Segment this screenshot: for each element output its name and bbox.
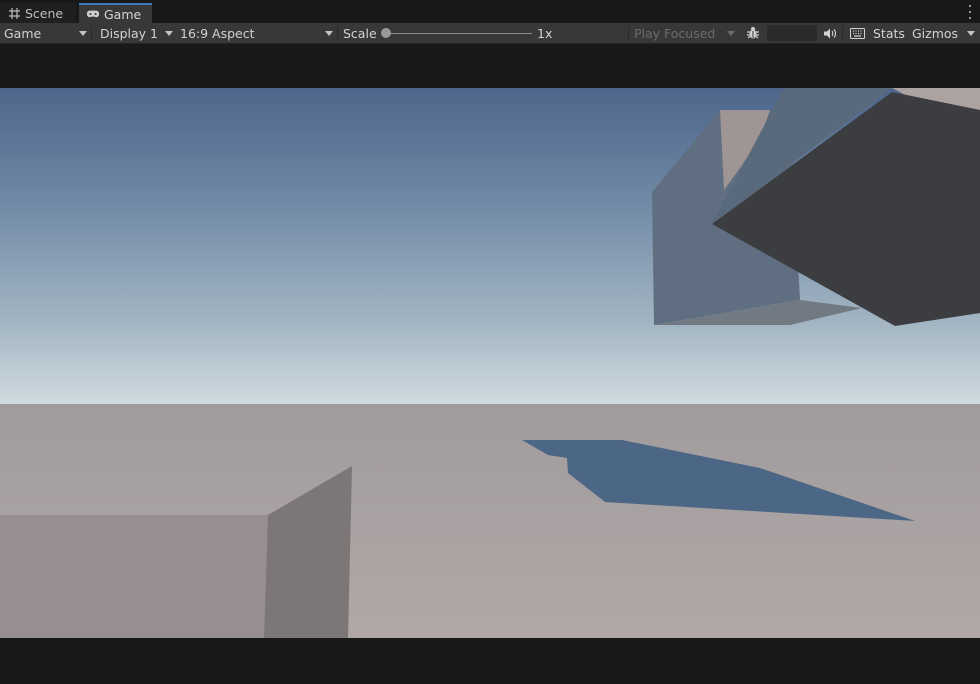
divider [337,25,338,41]
gamepad-icon [87,8,99,20]
debug-field[interactable] [767,25,817,41]
game-viewport[interactable] [0,88,980,638]
unity-game-view-window: Scene Game Game Display 1 16:9 Aspect Sc… [0,0,980,684]
view-mode-dropdown[interactable]: Game [0,23,90,43]
view-mode-label: Game [4,25,42,41]
stats-button[interactable]: Stats [873,23,905,43]
display-dropdown[interactable]: Display 1 [96,23,176,43]
tab-game[interactable]: Game [79,3,152,23]
gizmos-label: Gizmos [912,25,959,41]
tab-game-label: Game [104,6,142,22]
chevron-down-icon [79,31,87,36]
scale-slider-track[interactable] [386,33,532,34]
speaker-icon[interactable] [822,23,838,43]
tab-scene-label: Scene [25,5,64,21]
chevron-down-icon [727,31,735,36]
grid-icon [8,7,20,19]
aspect-label: 16:9 Aspect [180,25,255,41]
more-options-icon[interactable] [968,5,972,19]
scale-slider-thumb[interactable] [381,28,391,38]
tab-scene[interactable]: Scene [0,3,76,23]
bug-icon[interactable] [743,23,763,43]
box-front-face [0,515,268,638]
display-label: Display 1 [100,25,159,41]
tab-strip: Scene Game [0,0,980,23]
game-view-toolbar: Game Display 1 16:9 Aspect Scale 1x Play… [0,23,980,44]
divider [842,25,843,41]
gizmos-dropdown[interactable]: Gizmos [908,23,978,43]
chevron-down-icon [325,31,333,36]
stats-label: Stats [873,25,905,41]
scale-value: 1x [537,25,553,41]
game-scene-render [0,88,980,638]
keyboard-icon[interactable] [848,23,866,43]
divider [628,25,629,41]
play-focused-dropdown[interactable]: Play Focused [630,23,738,43]
aspect-dropdown[interactable]: 16:9 Aspect [176,23,336,43]
chevron-down-icon [165,31,173,36]
play-focused-label: Play Focused [634,25,716,41]
divider [91,25,92,41]
scale-label: Scale [343,25,377,41]
chevron-down-icon [967,31,975,36]
